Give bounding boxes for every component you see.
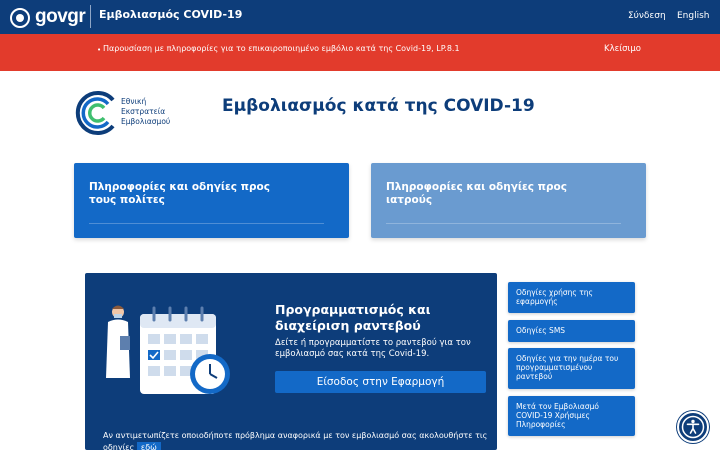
top-bar: govgr Εμβολιασμός COVID-19 Σύνδεση Engli…	[0, 0, 720, 34]
citizens-card-title: Πληροφορίες και οδηγίες προς τους πολίτε…	[89, 181, 270, 206]
citizens-info-card[interactable]: Πληροφορίες και οδηγίες προς τους πολίτε…	[74, 163, 349, 238]
page-title: Εμβολιασμός κατά της COVID-19	[222, 96, 535, 116]
campaign-logo-icon	[75, 91, 115, 135]
login-link[interactable]: Σύνδεση	[628, 11, 666, 21]
here-link[interactable]: εδώ	[136, 442, 161, 450]
announcement-banner: • Παρουσίαση με πληροφορίες για το επικα…	[0, 34, 720, 71]
enter-application-button[interactable]: Είσοδος στην Εφαρμογή	[275, 371, 486, 393]
banner-link[interactable]: Παρουσίαση με πληροφορίες για το επικαιρ…	[103, 44, 460, 53]
appointment-panel-description: Δείτε ή προγραμματίστε το ραντεβού για τ…	[275, 338, 471, 359]
card-divider	[386, 223, 621, 224]
accessibility-icon	[681, 415, 705, 439]
sms-guide-button[interactable]: Οδηγίες SMS	[508, 320, 635, 342]
app-title[interactable]: Εμβολιασμός COVID-19	[99, 8, 242, 21]
header-divider	[90, 5, 91, 28]
card-divider	[89, 223, 324, 224]
accessibility-button[interactable]	[677, 411, 709, 443]
appointment-day-guide-button[interactable]: Οδηγίες για την ημέρα του προγραμματισμέ…	[508, 348, 635, 389]
doctors-info-card[interactable]: Πληροφορίες και οδηγίες προς ιατρούς	[371, 163, 646, 238]
gov-seal-icon[interactable]	[10, 8, 30, 28]
campaign-line: Εθνική	[121, 97, 147, 106]
language-link[interactable]: English	[677, 11, 710, 21]
post-vaccination-info-button[interactable]: Μετά τον Εμβολιασμό COVID-19 Χρήσιμες Πλ…	[508, 396, 635, 436]
bullet-icon: •	[97, 46, 102, 54]
banner-close-button[interactable]: Κλείσιμο	[604, 44, 641, 54]
appointment-panel-footer: Αν αντιμετωπίζετε οποιοδήποτε πρόβλημα α…	[103, 430, 488, 450]
appointment-panel-title: Προγραμματισμός και διαχείριση ραντεβού	[275, 302, 431, 333]
campaign-line: Εμβολιασμού	[121, 117, 171, 126]
doctor-calendar-illustration	[106, 305, 230, 396]
doctors-card-title: Πληροφορίες και οδηγίες προς ιατρούς	[386, 181, 567, 206]
campaign-line: Εκστρατεία	[121, 107, 166, 116]
campaign-name: Εθνική Εκστρατεία Εμβολιασμού	[121, 97, 170, 127]
govgr-logo[interactable]: govgr	[35, 6, 86, 28]
app-usage-guide-button[interactable]: Οδηγίες χρήσης της εφαρμογής	[508, 282, 635, 313]
